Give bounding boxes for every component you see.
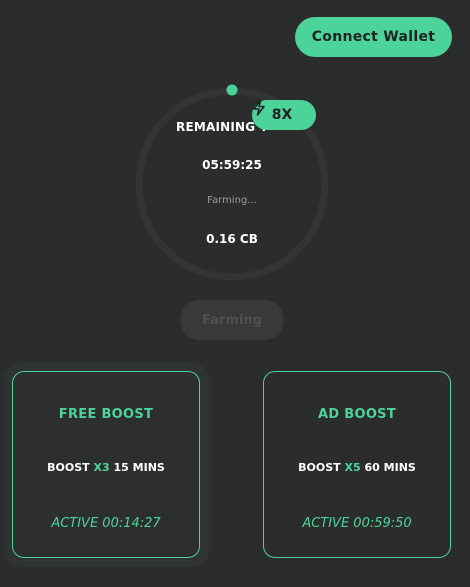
farming-timer: 05:59:25: [202, 158, 262, 172]
ad-boost-description: BOOST X5 60 MINS: [264, 461, 450, 474]
ad-boost-card[interactable]: AD BOOST BOOST X5 60 MINS ACTIVE 00:59:5…: [263, 371, 451, 558]
boost-multiplier-badge: 8X: [252, 100, 316, 130]
progress-ring-knob: [226, 84, 238, 96]
boost-duration: 15 MINS: [113, 461, 165, 474]
boost-prefix: BOOST: [298, 461, 341, 474]
ad-boost-title: AD BOOST: [317, 407, 397, 422]
farmed-balance: 0.16 CB: [206, 232, 258, 246]
farming-status-text: Farming...: [207, 195, 257, 206]
boost-multiplier-text: 8X: [271, 107, 293, 123]
farming-progress-ring: REMAINING T 8X 05:59:25 Farming... 0.16 …: [132, 84, 332, 284]
boost-multiplier: X3: [93, 461, 110, 474]
ad-boost-active-timer: ACTIVE 00:59:50: [302, 516, 412, 531]
free-boost-active-timer: ACTIVE 00:14:27: [51, 516, 161, 531]
boost-duration: 60 MINS: [364, 461, 416, 474]
free-boost-title: FREE BOOST: [58, 407, 154, 422]
free-boost-description: BOOST X3 15 MINS: [13, 461, 199, 474]
boost-multiplier: X5: [344, 461, 361, 474]
connect-wallet-button[interactable]: Connect Wallet: [295, 17, 452, 57]
farming-button[interactable]: Farming: [180, 300, 284, 340]
boost-prefix: BOOST: [47, 461, 90, 474]
free-boost-card[interactable]: FREE BOOST BOOST X3 15 MINS ACTIVE 00:14…: [12, 371, 200, 558]
